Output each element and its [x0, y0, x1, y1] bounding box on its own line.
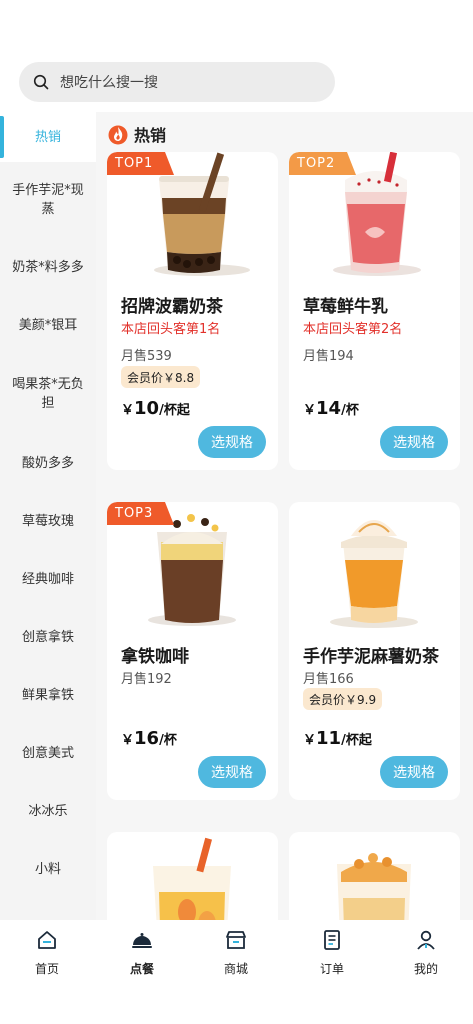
product-rank: 本店回头客第1名: [121, 322, 221, 337]
product-name: 招牌波霸奶茶: [121, 297, 223, 317]
product-price: ￥11/杯起: [303, 728, 372, 749]
sidebar-item-creative-latte[interactable]: 创意拿铁: [0, 608, 96, 666]
order-icon: [324, 930, 340, 950]
rank-badge: TOP1: [107, 152, 174, 175]
sidebar-item-fruit-latte[interactable]: 鲜果拿铁: [0, 666, 96, 724]
product-card[interactable]: TOP2 草莓鲜牛乳 本店回头客第2名 月售194 ￥14/杯 选规格: [289, 152, 460, 470]
product-sales: 月售539: [121, 349, 172, 364]
price-unit: /杯: [159, 733, 177, 748]
sidebar-item-label: 酸奶多多: [21, 455, 74, 471]
home-icon: [38, 931, 56, 949]
sidebar-item-label: 鲜果拿铁: [21, 687, 74, 703]
sidebar-item-label: 喝果茶*无负担: [12, 377, 84, 411]
sidebar-item-yogurt[interactable]: 酸奶多多: [0, 434, 96, 492]
sidebar-item-label: 热销: [34, 129, 61, 145]
price-unit: /杯: [341, 403, 359, 418]
product-sales: 月售194: [303, 349, 354, 364]
sidebar-item-label: 冰冰乐: [28, 803, 68, 819]
fire-icon: [108, 125, 128, 145]
tab-label: 订单: [319, 962, 344, 976]
store-icon: [226, 931, 246, 949]
price-symbol: ￥: [303, 403, 317, 418]
fruit-tea-image: [153, 837, 231, 920]
sidebar-item-label: 经典咖啡: [21, 571, 74, 587]
price-symbol: ￥: [121, 403, 135, 418]
section-title: 热销: [134, 126, 167, 145]
sidebar-item-label: 奶茶*料多多: [12, 259, 84, 275]
product-name: 手作芋泥麻薯奶茶: [303, 647, 439, 667]
sidebar-item-label: 创意拿铁: [21, 629, 74, 645]
sidebar-item-label: 草莓玫瑰: [21, 513, 74, 529]
select-spec-button[interactable]: 选规格: [380, 756, 448, 788]
product-sales: 月售166: [303, 672, 354, 687]
search-input[interactable]: 想吃什么搜一搜: [19, 62, 335, 102]
tab-label: 我的: [413, 962, 438, 976]
tab-profile[interactable]: 我的: [396, 928, 456, 977]
tab-home[interactable]: 首页: [17, 928, 77, 977]
select-spec-button[interactable]: 选规格: [380, 426, 448, 458]
product-price: ￥14/杯: [303, 398, 359, 419]
product-card[interactable]: [289, 832, 460, 920]
product-sales: 月售192: [121, 672, 172, 687]
tab-label: 首页: [34, 962, 59, 976]
section-header: 热销: [108, 122, 166, 146]
category-sidebar: 热销 手作芋泥*现蒸 奶茶*料多多 美颜*银耳 喝果茶*无负担 酸奶多多 草莓玫…: [0, 112, 96, 920]
bottom-tab-bar: 首页 点餐 商城 订单 我的: [0, 920, 473, 1024]
price-value: 11: [316, 728, 342, 749]
select-spec-button[interactable]: 选规格: [198, 756, 266, 788]
cloche-icon: [132, 933, 152, 948]
product-card[interactable]: 手作芋泥麻薯奶茶 月售166 会员价￥9.9 ￥11/杯起 选规格: [289, 502, 460, 800]
sidebar-item-strawberry-rose[interactable]: 草莓玫瑰: [0, 492, 96, 550]
mango-drink-image: [337, 853, 411, 920]
price-symbol: ￥: [303, 733, 317, 748]
product-card[interactable]: [107, 832, 278, 920]
tab-label: 点餐: [129, 962, 154, 976]
sidebar-item-tremella[interactable]: 美颜*银耳: [0, 296, 96, 354]
product-price: ￥16/杯: [121, 728, 177, 749]
sidebar-item-americano[interactable]: 创意美式: [0, 724, 96, 782]
product-name: 拿铁咖啡: [121, 647, 189, 667]
price-value: 16: [134, 728, 160, 749]
sidebar-item-fruit-tea[interactable]: 喝果茶*无负担: [0, 354, 96, 434]
rank-badge: TOP2: [289, 152, 356, 175]
tab-orders[interactable]: 订单: [302, 928, 362, 977]
sidebar-item-classic-coffee[interactable]: 经典咖啡: [0, 550, 96, 608]
sidebar-item-label: 美颜*银耳: [18, 317, 78, 333]
sidebar-item-taro[interactable]: 手作芋泥*现蒸: [0, 162, 96, 238]
member-price-badge: 会员价￥9.9: [303, 688, 383, 710]
search-bar-area: 想吃什么搜一搜: [0, 0, 473, 112]
price-unit: /杯起: [341, 733, 372, 748]
search-placeholder: 想吃什么搜一搜: [60, 75, 158, 91]
tab-order-food[interactable]: 点餐: [112, 928, 172, 977]
tab-mall[interactable]: 商城: [206, 928, 266, 977]
sidebar-item-label: 创意美式: [21, 745, 74, 761]
member-price-badge: 会员价￥8.8: [121, 366, 201, 388]
profile-icon: [417, 930, 435, 950]
sidebar-item-label: 手作芋泥*现蒸: [12, 183, 84, 217]
product-rank: 本店回头客第2名: [303, 322, 403, 337]
price-symbol: ￥: [121, 733, 135, 748]
tab-label: 商城: [223, 962, 248, 976]
price-unit: /杯起: [159, 403, 190, 418]
search-icon: [33, 74, 49, 90]
product-card[interactable]: TOP1 招牌波霸奶茶 本店回头客第1名 月售539 会员价￥8.8 ￥10/杯…: [107, 152, 278, 470]
sidebar-item-hot[interactable]: 热销: [0, 112, 96, 162]
taro-mochi-milk-tea-image: [330, 520, 418, 628]
product-name: 草莓鲜牛乳: [303, 297, 388, 317]
sidebar-item-toppings[interactable]: 小料: [0, 840, 96, 898]
product-list: 热销 TOP1 招牌波霸奶茶 本店回头客第1名 月售539 会员价￥8.8 ￥1…: [96, 112, 473, 920]
sidebar-item-ice[interactable]: 冰冰乐: [0, 782, 96, 840]
price-value: 14: [316, 398, 342, 419]
sidebar-item-milk-tea[interactable]: 奶茶*料多多: [0, 238, 96, 296]
product-card[interactable]: TOP3 拿铁咖啡 月售192 ￥16/杯 选规格: [107, 502, 278, 800]
price-value: 10: [134, 398, 160, 419]
rank-badge: TOP3: [107, 502, 174, 525]
product-price: ￥10/杯起: [121, 398, 190, 419]
sidebar-item-label: 小料: [34, 861, 61, 877]
select-spec-button[interactable]: 选规格: [198, 426, 266, 458]
